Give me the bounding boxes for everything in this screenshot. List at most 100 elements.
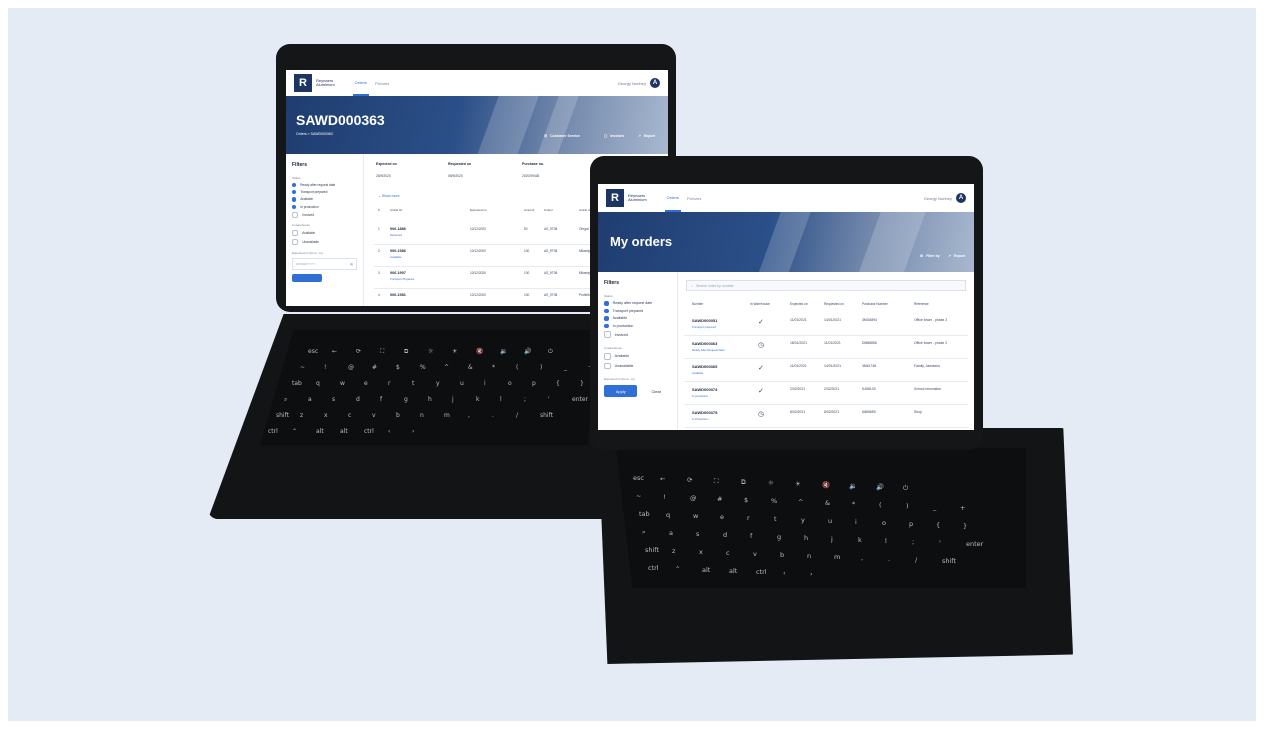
keyboard-key: , [861,554,864,562]
keyboard-key: ctrl [648,564,659,572]
filter-option[interactable]: In production [604,323,671,329]
export-icon: ↗ [948,254,951,258]
keyboard-key: k [858,536,862,544]
keyboard-key: ⧉ [741,478,746,486]
avatar[interactable]: A [956,193,966,203]
checkbox[interactable] [604,362,611,370]
keyboard-key: › [810,570,813,578]
checkbox[interactable] [604,301,609,306]
keyboard-key: ☼ [768,479,774,487]
table-row[interactable] [684,312,968,336]
keyboard-key: @ [690,494,697,502]
keyboard-key: ⌃ [675,565,681,573]
filter-option[interactable]: Available [604,352,671,360]
cell-expected: 2/02/2021 [790,387,806,391]
filter-option[interactable]: Ready after request date [604,301,671,306]
table-row[interactable] [684,404,968,428]
keyboard-key: q [666,511,671,519]
product-photo-backdrop: esc ← ⟳ ⛶ ⧉ ☼ ☀ 🔇 🔉 🔊 ⏻ ~! @ # $% ^ & * () _ + tab q w e r t y u i o p {… [8,8,1256,721]
checkbox[interactable] [604,323,609,329]
keyboard-key: { [936,521,941,529]
keyboard-key: a [669,529,673,537]
cell-reference: Office tower - phase 2 [914,318,948,322]
cell-purchase: 3MG6894 [862,318,877,322]
orders-table: Number In Warehouse Expected on Requested o… [684,298,968,430]
keyboard-key: alt [702,566,711,574]
export-button[interactable]: ↗ Export [948,254,965,258]
filter-option[interactable]: Invoiced [604,331,671,338]
keyboard-key: } [963,522,968,530]
keyboard-key: ⟳ [687,476,693,484]
keyboard-key: shift [942,557,957,565]
keyboard-key: _ [933,503,937,511]
right-laptop: esc ← ⟳ ⛶ ⧉ ☼ ☀ 🔇 🔉 🔊 ⏻ ~! @ # $% ^ & * () _ + tab q w e r t y u i o p {… [8,8,1256,721]
filter-option[interactable]: Transport prepared [604,308,671,314]
filter-option[interactable]: Unavailable [604,362,671,370]
keyboard-key: ' [939,539,941,547]
checkbox[interactable] [604,316,609,321]
check-icon: ✓ [758,388,764,395]
keyboard-key: ⛶ [714,477,719,485]
filter-option-label: Available [614,354,630,359]
filter-by-button[interactable]: ⚙ Filter by [920,254,940,258]
table-row[interactable] [684,358,968,382]
keyboard-key: . [888,555,891,563]
column-header: In Warehouse [750,302,770,306]
check-icon: ✓ [758,319,764,326]
status-badge: In Production [692,417,709,421]
keyboard-key: r [747,514,750,522]
cell-expected: 11/01/2021 [790,364,807,368]
keyboard-key: * [852,500,856,508]
keyboard-key: i [855,518,857,526]
column-header: Purchase Number [862,302,888,306]
keyboard-key: v [753,550,757,558]
status-badge: Available [692,371,704,375]
search-input[interactable]: ⌕ Search order by number [686,280,966,291]
keyboard-key: n [807,552,812,560]
tab-orders[interactable]: Orders [664,185,681,212]
status-label: Status [604,294,613,298]
checkbox[interactable] [604,308,609,314]
keyboard-key: b [780,551,785,559]
keyboard-key: & [825,499,831,507]
table-row[interactable] [684,335,968,359]
keyboard-key: ( [879,501,882,509]
filter-option[interactable]: Available [604,316,671,321]
cell-purchase: 3M61748 [862,364,877,368]
cell-number: SAWD000365 [692,364,718,369]
keyboard-key: / [915,556,918,564]
status-badge: Transport prepared [692,325,716,329]
column-header: Number [692,302,704,306]
filter-option-label: Transport prepared [612,308,644,313]
clear-button[interactable]: Clear [641,385,671,397]
filter-option-label: Ready after request date [612,301,653,306]
apply-button[interactable]: Apply [604,385,638,398]
keyboard-key: ! [663,493,666,501]
brand-logo[interactable]: R [606,189,624,207]
cell-purchase: DM86856 [862,341,877,345]
cell-number: SAWD000363 [692,341,718,346]
keyboard-key: ~ [636,492,642,500]
keyboard-key: o [882,519,886,527]
cell-expected: 18/01/2021 [790,341,807,345]
keyboard-key: alt [729,567,738,575]
tab-pictures[interactable]: Pictures [687,196,701,201]
checkbox[interactable] [604,352,611,360]
check-icon: ✓ [758,365,764,372]
expected-label: Expected on (from - to) [604,377,635,382]
right-filters-panel: Filters Status Ready after request date T… [598,272,678,430]
warehouse-options: Available Unavailable [604,352,671,370]
checkbox[interactable] [604,331,611,338]
keyboard-key: y [801,516,805,524]
keyboard-key: 🔇 [822,481,831,489]
cell-requested: 2/02/2021 [824,387,840,391]
keyboard-key: p [909,520,914,528]
keyboard-key: m [834,553,841,561]
page-title: My orders [610,234,673,249]
keyboard-key: enter [966,540,984,548]
cell-reference: Family, Janssens [914,364,940,368]
cell-reference: Shop [914,410,922,414]
table-row[interactable] [684,381,968,405]
keyboard-key: ⌕ [642,528,646,536]
right-laptop-screen: R Reynaers Aluminium Orders Pictures Geor… [598,184,974,430]
